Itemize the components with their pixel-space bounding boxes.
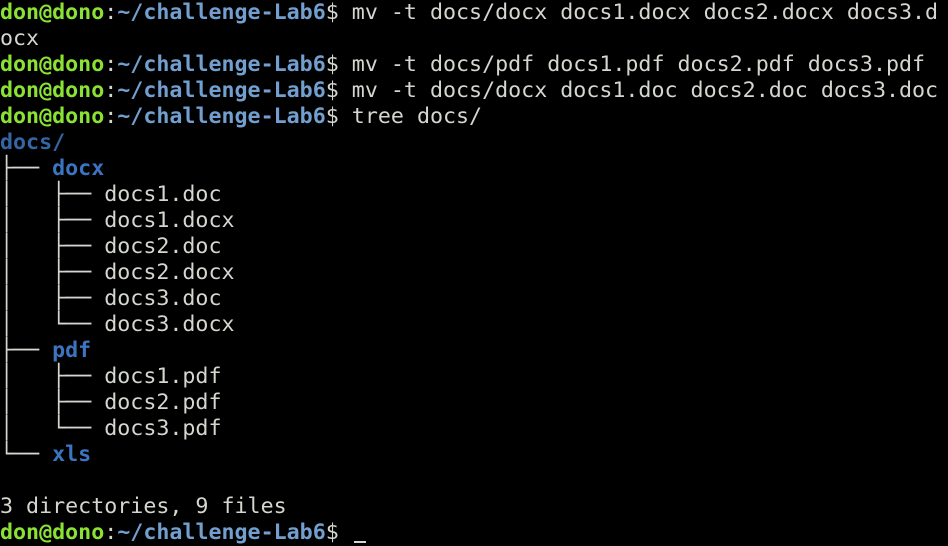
tree-connector: │ └──: [0, 312, 105, 337]
tree-connector: │ ├──: [0, 260, 105, 285]
tree-connector: ├──: [0, 338, 53, 363]
prompt-user-host: don@dono: [0, 78, 105, 103]
tree-file: │ ├── docs1.pdf: [0, 364, 222, 390]
prompt-dollar: $: [325, 104, 352, 129]
tree-file-name: docs1.pdf: [104, 364, 222, 389]
command-line: don@dono:~/challenge-Lab6$ mv -t docs/pd…: [0, 52, 925, 78]
tree-file-name: docs3.docx: [104, 312, 235, 337]
tree-folder-xls: └── xls: [0, 442, 91, 468]
tree-file-name: docs2.pdf: [104, 390, 222, 415]
command-text: mv -t docs/docx docs1.doc docs2.doc docs…: [351, 78, 939, 103]
tree-folder-name: xls: [52, 442, 92, 467]
command-text-wrap: ocx: [0, 26, 40, 51]
tree-file: │ └── docs3.docx: [0, 312, 235, 338]
tree-root: docs/: [0, 130, 65, 156]
tree-file-name: docs2.docx: [104, 260, 235, 285]
prompt-path: ~/challenge-Lab6: [117, 0, 326, 25]
tree-folder-pdf: ├── pdf: [0, 338, 91, 364]
prompt-dollar: $: [325, 520, 352, 545]
tree-file-name: docs3.doc: [104, 286, 222, 311]
command-text: mv -t docs/pdf docs1.pdf docs2.pdf docs3…: [351, 52, 926, 77]
tree-file-name: docs3.pdf: [104, 416, 222, 441]
tree-connector: │ ├──: [0, 390, 105, 415]
command-text: mv -t docs/docx docs1.docx docs2.docx do…: [351, 0, 939, 25]
tree-summary-text: 3 directories, 9 files: [0, 494, 287, 519]
tree-file: │ ├── docs1.doc: [0, 182, 222, 208]
tree-file-name: docs2.doc: [104, 234, 222, 259]
prompt-user-host: don@dono: [0, 520, 105, 545]
tree-file: │ ├── docs2.doc: [0, 234, 222, 260]
prompt-dollar: $: [325, 52, 352, 77]
prompt-colon: :: [104, 104, 118, 129]
tree-summary: 3 directories, 9 files: [0, 494, 287, 520]
prompt-user-host: don@dono: [0, 52, 105, 77]
prompt-colon: :: [104, 520, 118, 545]
tree-file-name: docs1.doc: [104, 182, 222, 207]
tree-folder-name: pdf: [52, 338, 92, 363]
prompt-path: ~/challenge-Lab6: [117, 104, 326, 129]
prompt-path: ~/challenge-Lab6: [117, 52, 326, 77]
tree-connector: │ ├──: [0, 208, 105, 233]
tree-file: │ ├── docs3.doc: [0, 286, 222, 312]
command-line: don@dono:~/challenge-Lab6$ mv -t docs/do…: [0, 0, 938, 26]
active-prompt-line[interactable]: don@dono:~/challenge-Lab6$: [0, 520, 366, 546]
tree-connector: │ ├──: [0, 364, 105, 389]
prompt-user-host: don@dono: [0, 104, 105, 129]
tree-connector: │ ├──: [0, 286, 105, 311]
prompt-path: ~/challenge-Lab6: [117, 78, 326, 103]
text-cursor: [353, 541, 366, 543]
prompt-user-host: don@dono: [0, 0, 105, 25]
tree-connector: ├──: [0, 156, 53, 181]
prompt-colon: :: [104, 52, 118, 77]
prompt-dollar: $: [325, 78, 352, 103]
tree-file: │ ├── docs2.docx: [0, 260, 235, 286]
prompt-colon: :: [104, 0, 118, 25]
tree-file: │ ├── docs1.docx: [0, 208, 235, 234]
command-continuation: ocx: [0, 26, 39, 52]
tree-connector: │ └──: [0, 416, 105, 441]
tree-folder-docx: ├── docx: [0, 156, 104, 182]
prompt-colon: :: [104, 78, 118, 103]
terminal-window[interactable]: don@dono:~/challenge-Lab6$ mv -t docs/do…: [0, 0, 948, 545]
tree-root-name: docs/: [0, 130, 66, 155]
tree-connector: │ ├──: [0, 234, 105, 259]
tree-connector: └──: [0, 442, 53, 467]
tree-file: │ ├── docs2.pdf: [0, 390, 222, 416]
command-line: don@dono:~/challenge-Lab6$ tree docs/: [0, 104, 482, 130]
tree-folder-name: docx: [52, 156, 105, 181]
prompt-path: ~/challenge-Lab6: [117, 520, 326, 545]
prompt-dollar: $: [325, 0, 352, 25]
command-text: tree docs/: [351, 104, 483, 129]
command-line: don@dono:~/challenge-Lab6$ mv -t docs/do…: [0, 78, 938, 104]
tree-connector: │ ├──: [0, 182, 105, 207]
tree-file: │ └── docs3.pdf: [0, 416, 222, 442]
tree-file-name: docs1.docx: [104, 208, 235, 233]
